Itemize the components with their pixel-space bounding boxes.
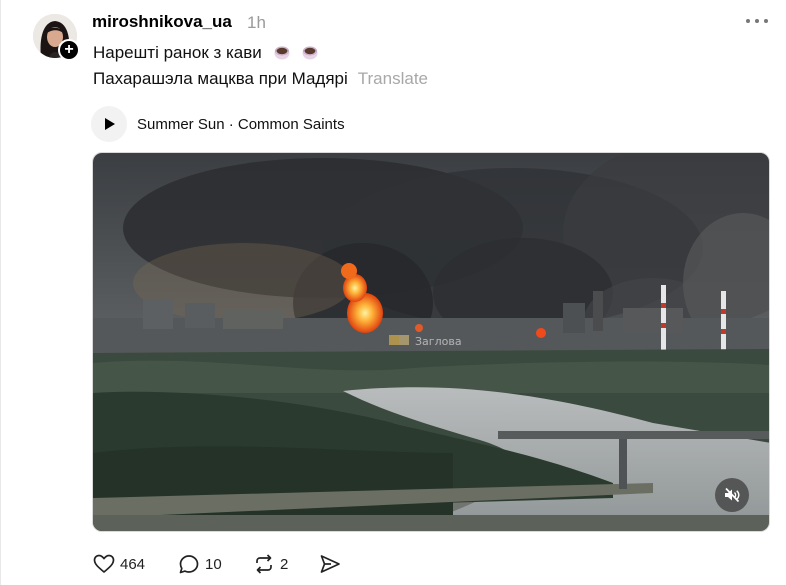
play-icon bbox=[105, 118, 115, 130]
follow-plus-icon[interactable]: + bbox=[58, 39, 80, 61]
like-count: 464 bbox=[120, 556, 146, 573]
repost-count: 2 bbox=[280, 556, 289, 573]
post-text: Нарешті ранок з кави bbox=[93, 43, 262, 62]
coffee-emoji-icon bbox=[302, 46, 318, 60]
repost-icon bbox=[256, 554, 272, 574]
mute-button[interactable] bbox=[715, 478, 749, 512]
heart-icon bbox=[93, 554, 115, 573]
share-button[interactable] bbox=[318, 550, 344, 578]
video-watermark: Заглова bbox=[415, 335, 462, 348]
coffee-emoji-icon bbox=[274, 46, 290, 60]
post-text: Пахарашэла мацква при Мадярі bbox=[93, 69, 348, 88]
play-button[interactable] bbox=[91, 106, 127, 142]
translate-link[interactable]: Translate bbox=[358, 69, 428, 88]
music-track-label: Summer Sun · Common Saints bbox=[137, 116, 345, 133]
post-text-line-1: Нарешті ранок з кави bbox=[93, 43, 319, 63]
post-time[interactable]: 1h bbox=[247, 13, 266, 33]
like-button[interactable]: 464 bbox=[92, 550, 152, 578]
send-icon bbox=[320, 555, 340, 573]
reply-count: 10 bbox=[205, 556, 222, 573]
thread-post: + miroshnikova_ua 1h Нарешті ранок з кав… bbox=[0, 0, 786, 585]
comment-icon bbox=[179, 555, 199, 574]
more-dots-icon[interactable] bbox=[744, 10, 770, 32]
post-text-line-2: Пахарашэла мацква при Мадярі Translate bbox=[93, 69, 428, 89]
reply-button[interactable]: 10 bbox=[177, 550, 227, 578]
repost-button[interactable]: 2 bbox=[252, 550, 292, 578]
username[interactable]: miroshnikova_ua bbox=[92, 12, 232, 32]
speaker-muted-icon bbox=[725, 487, 740, 503]
video-player[interactable]: Заглова bbox=[92, 152, 770, 532]
